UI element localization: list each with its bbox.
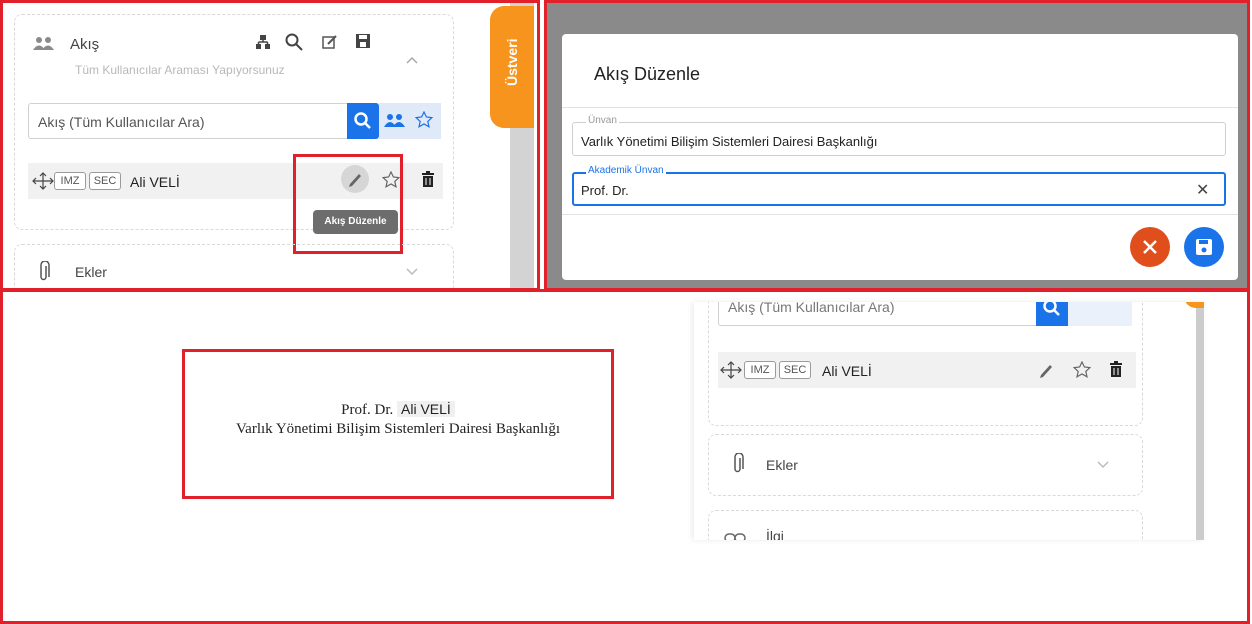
- highlight-panel-2: [544, 0, 1250, 291]
- highlight-panel-3: [0, 289, 1250, 624]
- highlight-panel-1: [0, 0, 540, 291]
